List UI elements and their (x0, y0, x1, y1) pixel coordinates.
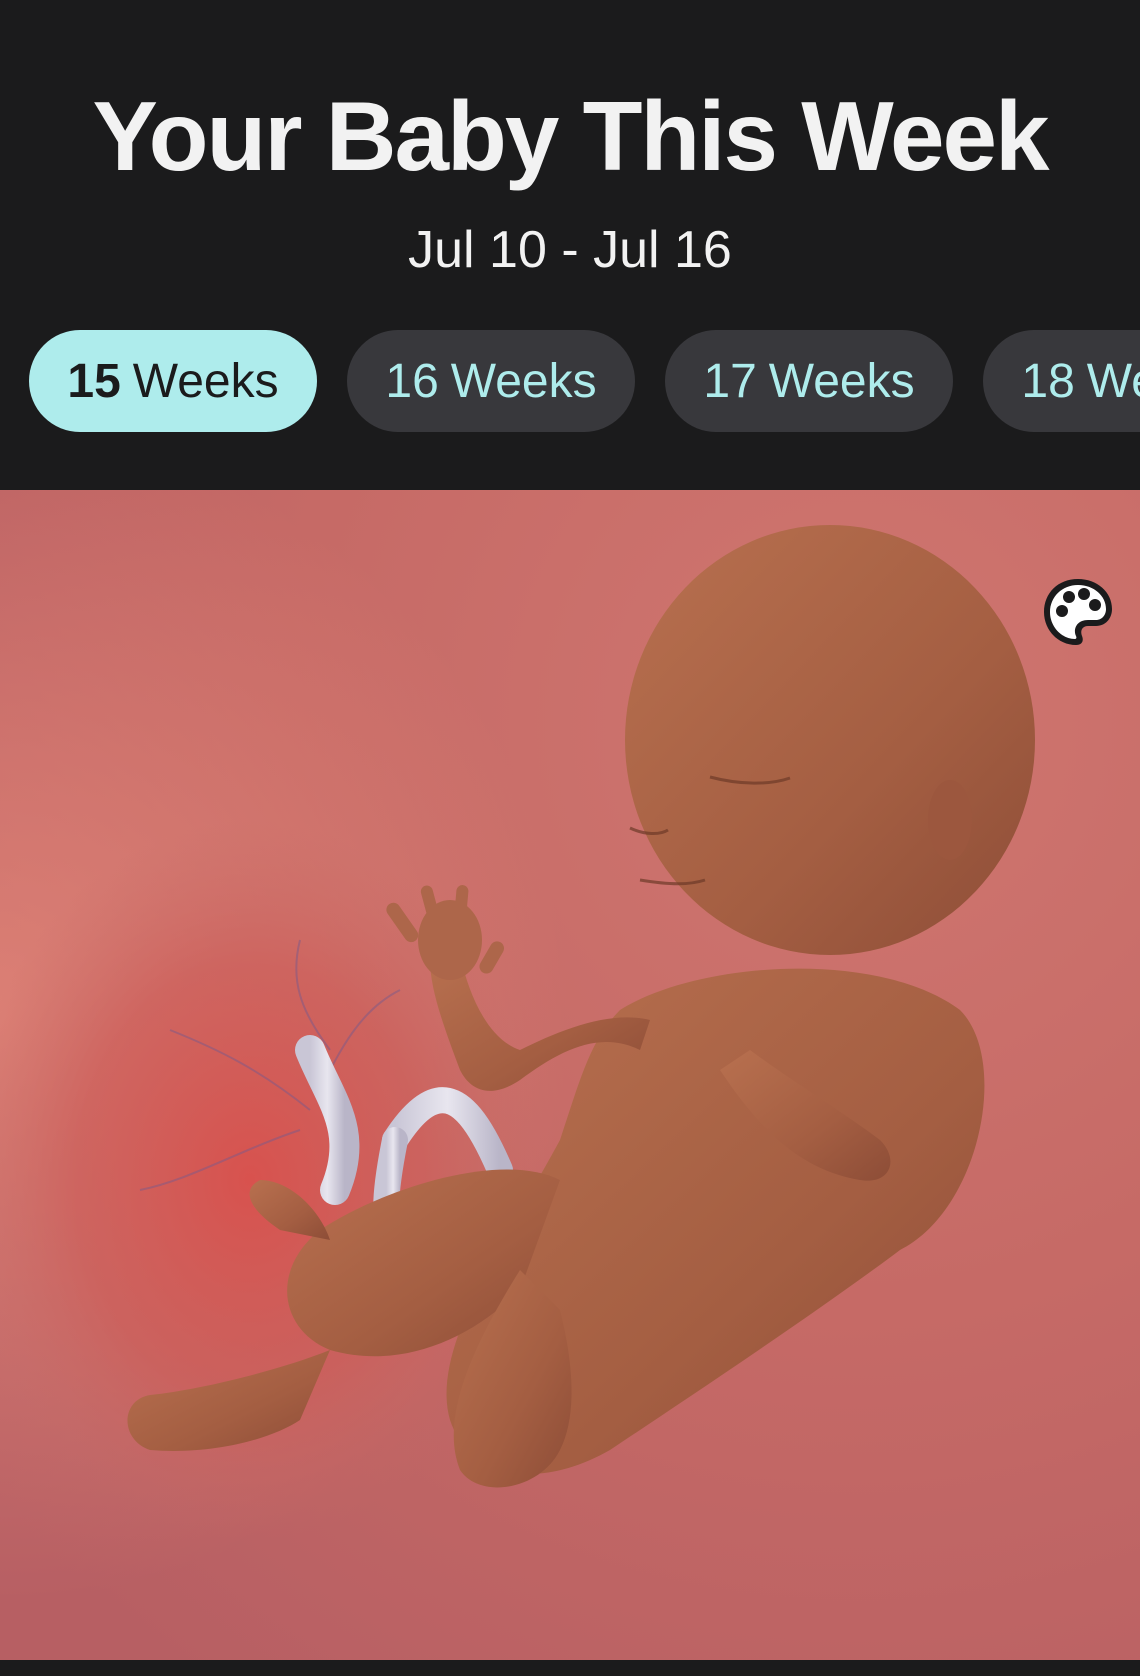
palette-icon (1044, 579, 1112, 645)
tab-label: Weeks (1086, 354, 1140, 408)
tab-number: 16 (385, 354, 439, 408)
tab-16-weeks[interactable]: 16 Weeks (347, 330, 635, 432)
fetus-illustration (0, 490, 1140, 1660)
bottom-strip (0, 1660, 1140, 1676)
tab-17-weeks[interactable]: 17 Weeks (665, 330, 953, 432)
page-header: Your Baby This Week Jul 10 - Jul 16 15 W… (0, 0, 1140, 490)
tab-label: Weeks (132, 354, 279, 408)
date-range: Jul 10 - Jul 16 (408, 221, 732, 279)
tab-18-weeks[interactable]: 18 Weeks (983, 330, 1140, 432)
tab-label: Weeks (450, 354, 597, 408)
page-title: Your Baby This Week (92, 81, 1050, 191)
tab-15-weeks[interactable]: 15 Weeks (29, 330, 317, 432)
tab-number: 18 (1021, 354, 1075, 408)
week-tabs: 15 Weeks 16 Weeks 17 Weeks 18 Weeks (0, 330, 1140, 434)
tab-number: 15 (67, 354, 121, 408)
palette-button[interactable] (1040, 575, 1116, 651)
tab-label: Weeks (768, 354, 915, 408)
tab-number: 17 (703, 354, 757, 408)
